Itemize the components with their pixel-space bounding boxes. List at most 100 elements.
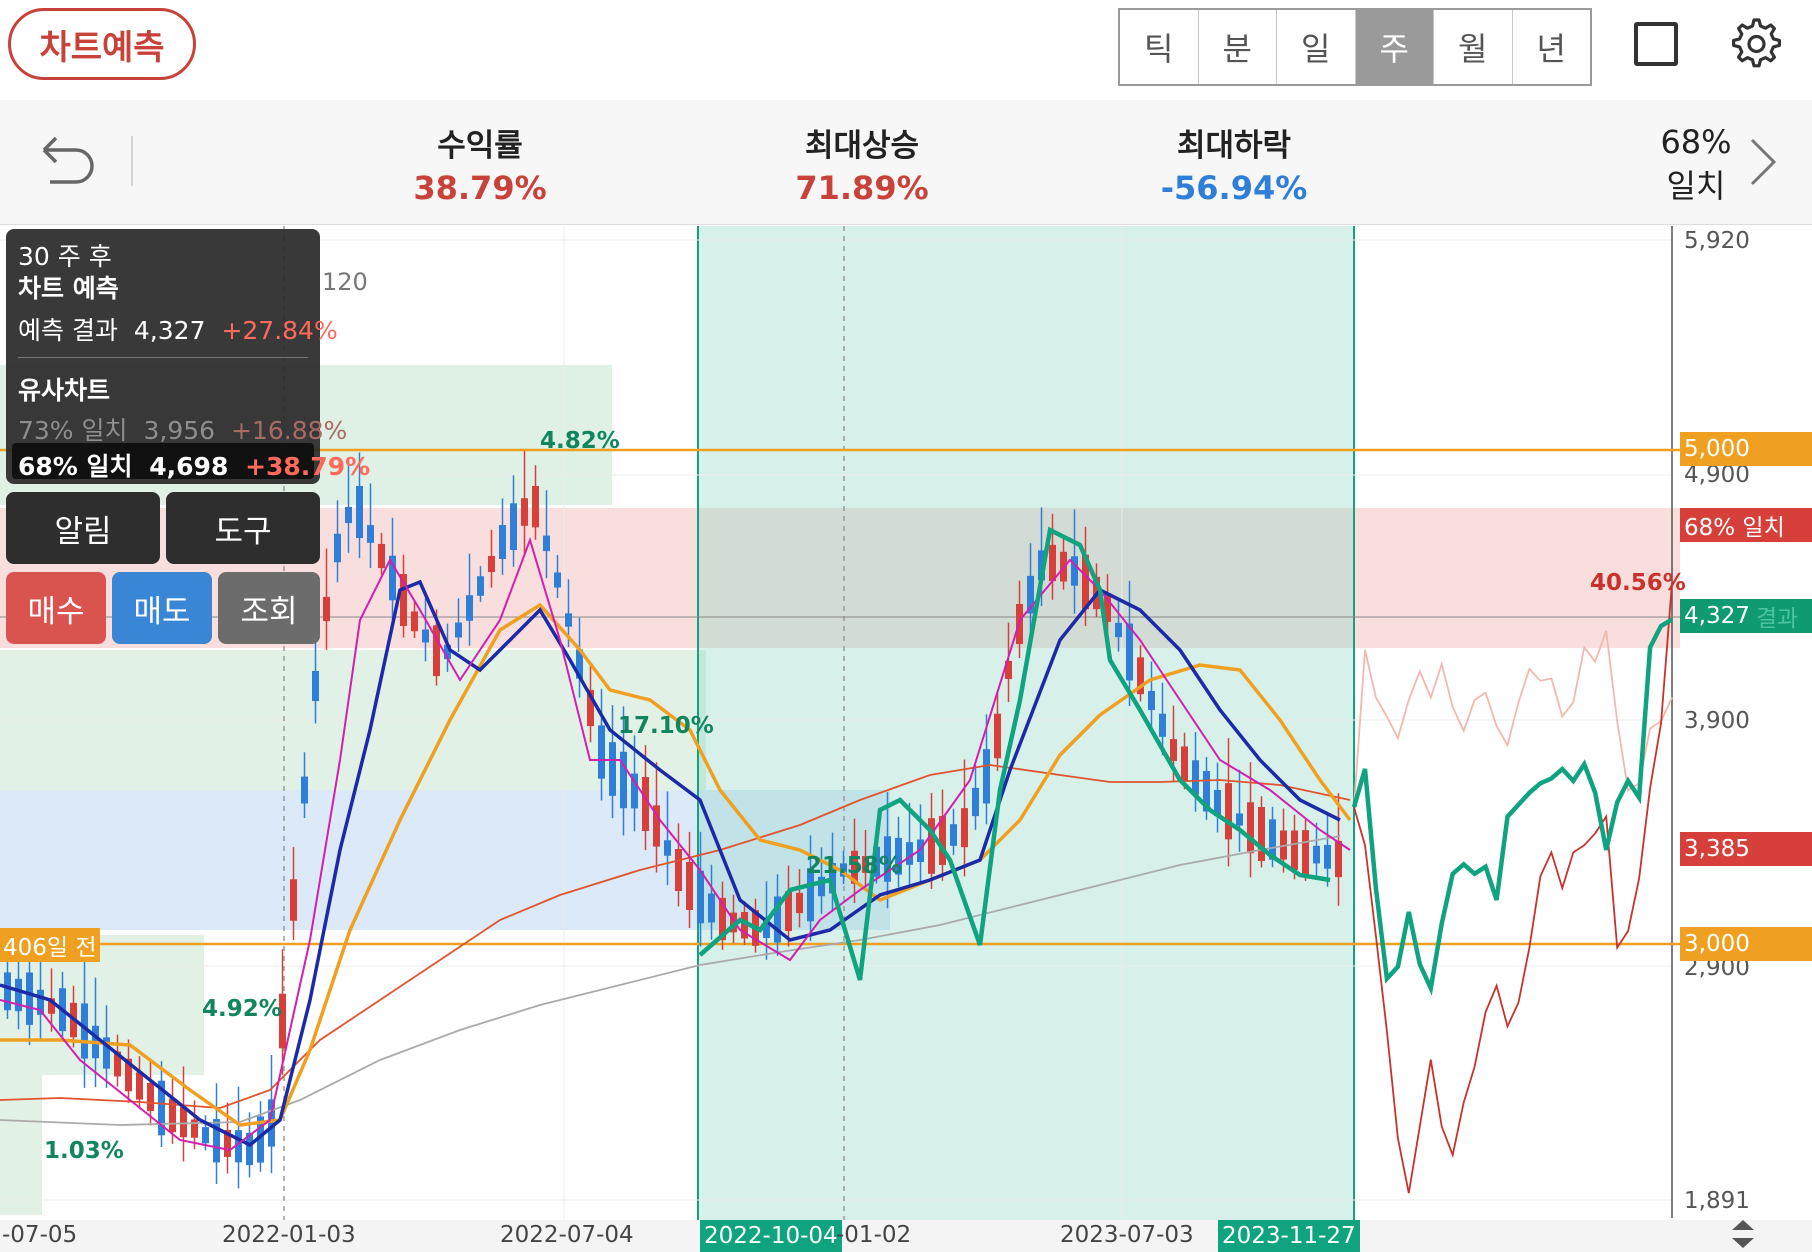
sim2-match: 68% 일치 (18, 452, 133, 481)
tab-year[interactable]: 년 (1513, 10, 1591, 84)
candle-body (1115, 622, 1122, 638)
candle-body (950, 824, 957, 846)
candle-body (1049, 544, 1056, 582)
x-tick-highlight-start: 2022-10-04 (700, 1220, 842, 1252)
tab-week[interactable]: 주 (1355, 10, 1434, 84)
match-indicator[interactable]: 68% 일치 (1626, 120, 1766, 208)
return-label: 수익률 (437, 128, 523, 164)
sim1-value: 3,956 (143, 416, 216, 445)
prediction-upper-line (1353, 630, 1673, 808)
similar-row-1[interactable]: 73% 일치 3,956 +16.88% (18, 411, 347, 447)
period-tabs: 틱 분 일 주 월 년 (1118, 8, 1592, 86)
prediction-main-line (1351, 617, 1674, 996)
candle-body (466, 595, 473, 621)
prediction-lower-line (1353, 583, 1673, 1194)
candle-body (455, 622, 462, 638)
candle-body (290, 879, 297, 921)
candle-body (708, 893, 715, 923)
max-rise-stat: 최대상승 71.89% (762, 120, 962, 207)
candle-body (301, 776, 308, 804)
candle-body (1225, 783, 1232, 840)
candle-body (796, 892, 803, 914)
candle-body (345, 506, 352, 524)
max-fall-stat: 최대하락 -56.94% (1134, 120, 1334, 207)
candle-body (972, 787, 979, 817)
candle-body (1302, 830, 1309, 875)
pct-label: 1.03% (44, 1138, 124, 1164)
candle-body (521, 498, 528, 526)
zone-bottom-left (0, 1075, 42, 1215)
candle-body (1159, 713, 1166, 737)
gear-icon[interactable] (1726, 16, 1782, 72)
tab-month[interactable]: 월 (1434, 10, 1513, 84)
x-tick: -01-02 (836, 1222, 912, 1248)
level-flag-4327: 4,327 결과 (1680, 599, 1812, 633)
candle-body (147, 1082, 154, 1112)
days-before-flag: 406일 전 (0, 928, 100, 962)
candle-body (1291, 830, 1298, 870)
y-tick: 1,891 (1684, 1188, 1750, 1214)
panel-divider (18, 357, 308, 358)
max-rise-value: 71.89% (795, 169, 929, 207)
undo-icon[interactable] (36, 130, 98, 188)
candle-body (983, 749, 990, 804)
candle-body (686, 862, 693, 910)
match-percent: 68% (1660, 123, 1732, 161)
tab-minute[interactable]: 분 (1199, 10, 1277, 84)
tab-tick[interactable]: 틱 (1120, 10, 1199, 84)
candle-body (1170, 739, 1177, 761)
chevron-right-icon[interactable] (1748, 136, 1778, 188)
candle-body (565, 613, 572, 627)
candle-body (334, 533, 341, 563)
candle-body (422, 629, 429, 643)
ma-legend: 120 (322, 268, 368, 296)
x-tick: 2022-07-04 (500, 1222, 634, 1248)
return-stat: 수익률 38.79% (380, 120, 580, 207)
scroll-handle-icon[interactable] (1730, 1218, 1756, 1250)
alarm-button[interactable]: 알림 (6, 492, 160, 564)
candle-body (675, 848, 682, 892)
candle-body (499, 525, 506, 559)
candle-body (312, 670, 319, 702)
fullscreen-icon[interactable] (1634, 22, 1678, 66)
y-tick: 5,920 (1684, 228, 1750, 254)
sim1-change: +16.88% (231, 416, 348, 445)
candle-body (180, 1106, 187, 1138)
sell-button[interactable]: 매도 (112, 572, 212, 644)
candle-body (532, 485, 539, 528)
candle-body (1335, 840, 1342, 878)
max-fall-label: 최대하락 (1176, 128, 1292, 164)
match-label: 일치 (1666, 167, 1726, 205)
weeks-after-label: 30 주 후 (18, 242, 112, 271)
inquiry-button[interactable]: 조회 (218, 572, 320, 644)
return-value: 38.79% (413, 169, 547, 207)
level-flag-3385: 3,385 (1680, 832, 1812, 866)
candle-body (543, 535, 550, 552)
buy-button[interactable]: 매수 (6, 572, 106, 644)
pct-label: 17.10% (618, 713, 714, 739)
tab-day[interactable]: 일 (1277, 10, 1356, 84)
sim1-match: 73% 일치 (18, 416, 128, 445)
tools-button[interactable]: 도구 (166, 492, 320, 564)
result-change: +27.84% (221, 316, 338, 345)
level-flag-3000: 3,000 (1680, 927, 1812, 961)
result-value: 4,327 (133, 316, 206, 345)
similar-period-highlight (698, 226, 1354, 1220)
candle-body (1258, 806, 1265, 862)
pct-label: 4.92% (202, 996, 282, 1022)
candle-body (697, 870, 704, 924)
candle-body (1313, 845, 1320, 864)
result-label: 예측 결과 (18, 316, 118, 345)
candle-body (4, 972, 11, 1011)
candle-body (136, 1072, 143, 1100)
candle-body (961, 808, 968, 848)
pct-label: 21.58% (806, 853, 902, 879)
level-flag-5000: 5,000 (1680, 432, 1812, 466)
divider (131, 136, 133, 186)
candle-body (1181, 746, 1188, 782)
x-tick-highlight-end: 2023-11-27 (1218, 1220, 1360, 1252)
similar-row-2[interactable]: 68% 일치 4,698 +38.79% (12, 443, 370, 481)
prediction-info-panel: 30 주 후 차트 예측 예측 결과 4,327 +27.84% 유사차트 73… (6, 229, 370, 484)
chart-predict-button[interactable]: 차트예측 (8, 8, 196, 80)
candle-body (488, 556, 495, 572)
